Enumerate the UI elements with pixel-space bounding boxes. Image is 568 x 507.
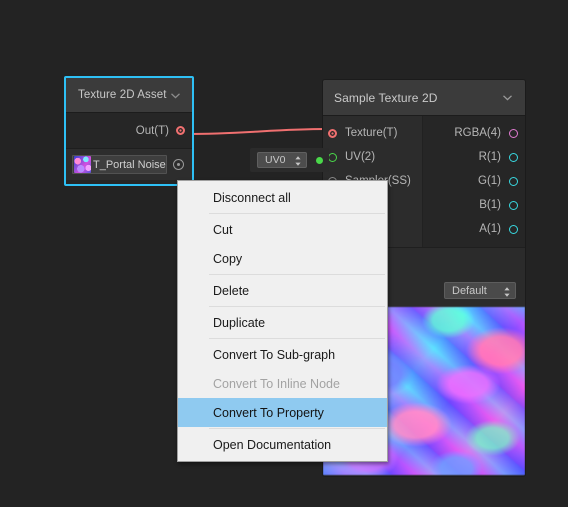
uv-dropdown-value: UV0 xyxy=(265,154,286,166)
menu-separator xyxy=(209,306,385,307)
type-dropdown-value: Default xyxy=(452,284,487,297)
object-picker-target-icon[interactable] xyxy=(173,159,184,170)
node-title-sample-texture: Sample Texture 2D xyxy=(334,90,438,105)
node-context-menu[interactable]: Disconnect all Cut Copy Delete Duplicate… xyxy=(177,180,388,462)
graph-canvas[interactable]: Sample Texture 2D Texture(T) UV(2) RGBA(… xyxy=(0,0,568,507)
menu-item-cut[interactable]: Cut xyxy=(178,215,387,244)
input-slot-uv[interactable]: UV(2) xyxy=(323,145,422,169)
up-down-arrows-icon xyxy=(503,285,511,297)
output-label-a: A(1) xyxy=(479,223,501,235)
output-port-b[interactable] xyxy=(509,200,518,210)
output-port-a[interactable] xyxy=(509,224,518,234)
output-port-out[interactable] xyxy=(176,126,185,135)
output-slot-b[interactable]: B(1) xyxy=(423,193,525,217)
menu-item-delete[interactable]: Delete xyxy=(178,276,387,305)
texture-object-field[interactable]: T_Portal Noise xyxy=(72,155,167,174)
uv-output-dot[interactable] xyxy=(316,156,323,164)
output-label-out: Out(T) xyxy=(135,124,169,137)
node-header-sample-texture[interactable]: Sample Texture 2D xyxy=(323,80,525,116)
input-port-uv[interactable] xyxy=(328,152,337,162)
uv-channel-widget[interactable]: UV0 xyxy=(250,148,329,172)
chevron-down-icon[interactable] xyxy=(501,91,514,104)
menu-item-copy[interactable]: Copy xyxy=(178,244,387,273)
output-label-rgba: RGBA(4) xyxy=(454,127,501,139)
output-slots: RGBA(4) R(1) G(1) B(1) A(1) xyxy=(423,116,525,247)
input-label-uv: UV(2) xyxy=(345,151,376,163)
output-slot-r[interactable]: R(1) xyxy=(423,145,525,169)
node-title-texture-asset: Texture 2D Asset xyxy=(78,89,167,101)
output-slot-g[interactable]: G(1) xyxy=(423,169,525,193)
up-down-arrows-icon xyxy=(294,154,302,166)
asset-field-row: T_Portal Noise xyxy=(66,148,192,180)
output-label-r: R(1) xyxy=(478,151,501,163)
node-header-texture-asset[interactable]: Texture 2D Asset xyxy=(66,78,192,113)
menu-item-open-documentation[interactable]: Open Documentation xyxy=(178,430,387,459)
texture-thumbnail-icon xyxy=(74,156,91,173)
menu-item-disconnect-all[interactable]: Disconnect all xyxy=(178,183,387,212)
menu-item-duplicate[interactable]: Duplicate xyxy=(178,308,387,337)
output-slot-a[interactable]: A(1) xyxy=(423,217,525,241)
output-label-b: B(1) xyxy=(479,199,501,211)
chevron-down-icon[interactable] xyxy=(169,89,182,102)
output-port-r[interactable] xyxy=(509,152,518,162)
output-port-g[interactable] xyxy=(509,176,518,186)
menu-item-convert-to-sub-graph[interactable]: Convert To Sub-graph xyxy=(178,340,387,369)
input-port-texture[interactable] xyxy=(328,128,337,138)
output-label-g: G(1) xyxy=(478,175,501,187)
node-texture-2d-asset[interactable]: Texture 2D Asset Out(T) T_Portal Noise xyxy=(64,76,194,186)
menu-item-convert-to-property[interactable]: Convert To Property xyxy=(178,398,387,427)
menu-separator xyxy=(209,213,385,214)
menu-item-convert-to-inline-node: Convert To Inline Node xyxy=(213,376,340,391)
uv-dropdown[interactable]: UV0 xyxy=(257,152,307,168)
wire-texture-to-sample xyxy=(182,128,329,135)
output-port-rgba[interactable] xyxy=(509,128,518,138)
texture-asset-name: T_Portal Noise xyxy=(93,158,166,171)
input-slot-texture[interactable]: Texture(T) xyxy=(323,121,422,145)
output-slot-out[interactable]: Out(T) xyxy=(66,113,192,148)
type-dropdown[interactable]: Default xyxy=(444,282,516,299)
output-slot-rgba[interactable]: RGBA(4) xyxy=(423,121,525,145)
menu-separator xyxy=(209,338,385,339)
input-label-texture: Texture(T) xyxy=(345,127,398,139)
menu-separator xyxy=(209,428,385,429)
menu-separator xyxy=(209,274,385,275)
